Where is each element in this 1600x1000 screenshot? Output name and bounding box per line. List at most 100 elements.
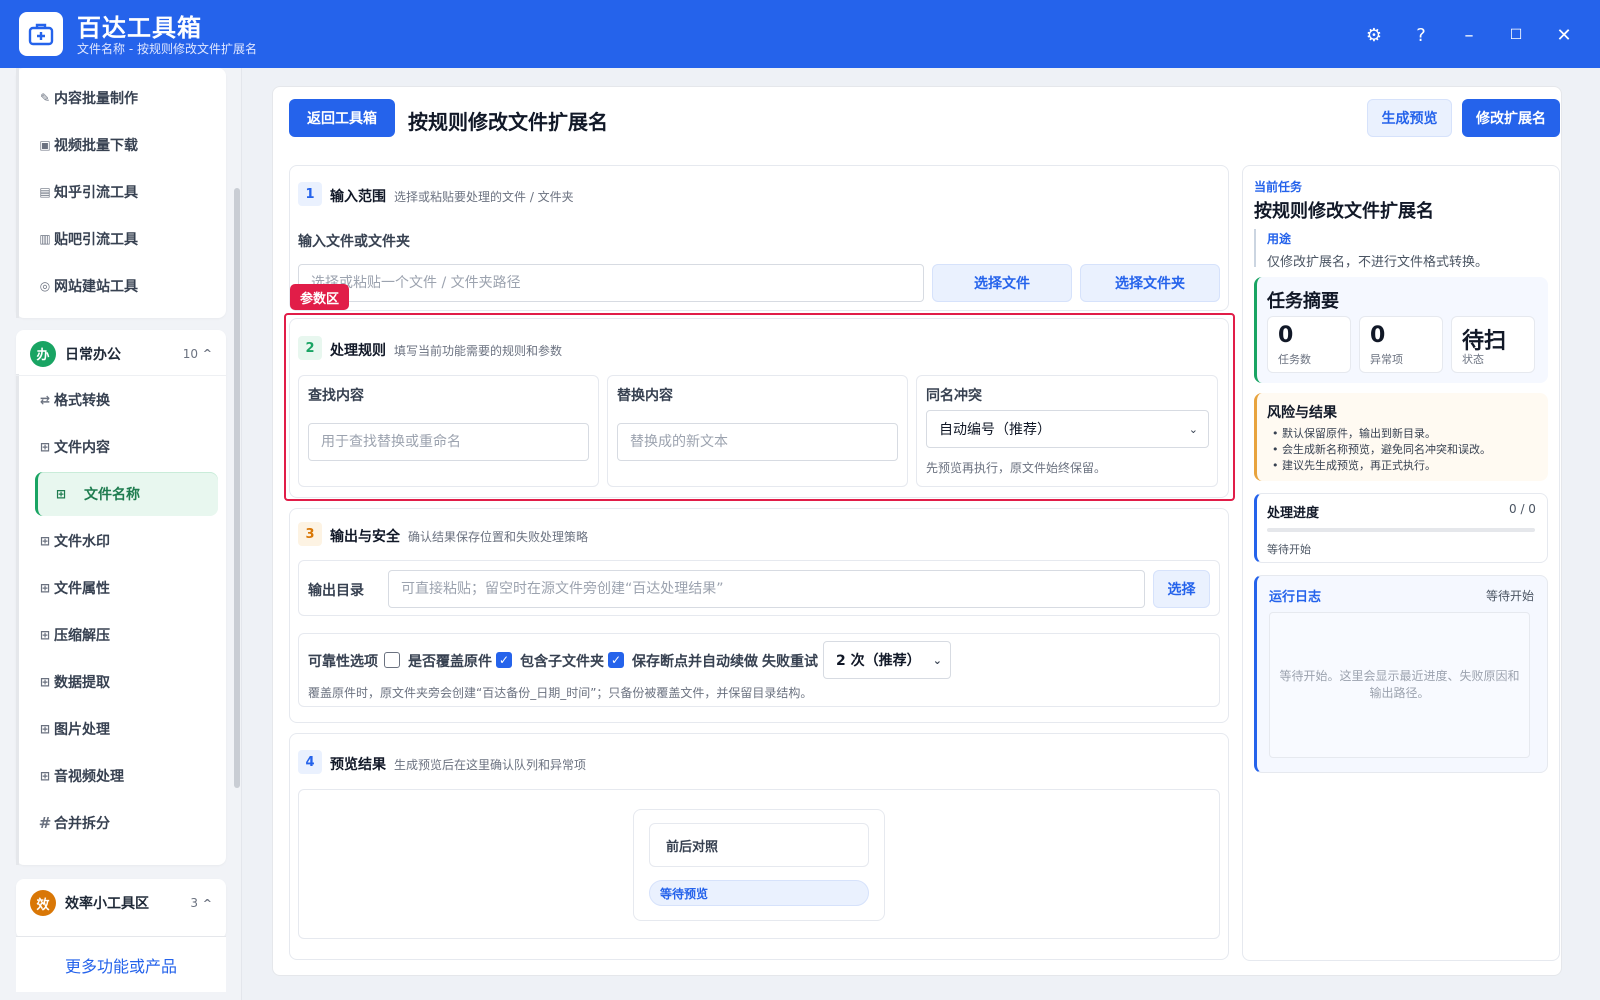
retry-select-value: 2 次（推荐） bbox=[836, 653, 921, 669]
grid-icon: ⊞ bbox=[39, 628, 51, 642]
modify-extension-button[interactable]: 修改扩展名 bbox=[1462, 99, 1560, 137]
sidebar-item-merge-split[interactable]: # 合并拆分 bbox=[20, 801, 218, 845]
app-subtitle: 文件名称 - 按规则修改文件扩展名 bbox=[77, 42, 257, 56]
sidebar-item-label: 合并拆分 bbox=[54, 816, 110, 832]
sidebar-item-attributes[interactable]: ⊞ 文件属性 bbox=[20, 566, 218, 610]
log-title: 运行日志 bbox=[1269, 590, 1322, 605]
sidebar-item-av[interactable]: ⊞ 音视频处理 bbox=[20, 754, 218, 798]
risk-text: 默认保留原件，输出到新目录。 bbox=[1282, 427, 1436, 440]
grid-icon: ⊞ bbox=[39, 581, 51, 595]
reliability-label: 可靠性选项 bbox=[308, 654, 378, 670]
minimize-icon[interactable]: – bbox=[1456, 22, 1482, 48]
sidebar-item-zhihu[interactable]: ▤ 知乎引流工具 bbox=[20, 170, 218, 214]
tieba-icon: ▥ bbox=[39, 232, 51, 246]
sidebar-item-format-convert[interactable]: ⇄ 格式转换 bbox=[20, 378, 218, 422]
step-badge-3: 3 bbox=[298, 522, 322, 546]
sidebar-item-image[interactable]: ⊞ 图片处理 bbox=[20, 707, 218, 751]
section-title-input: 输入范围 bbox=[330, 189, 386, 205]
help-icon[interactable]: ? bbox=[1408, 22, 1434, 48]
tools-badge: 效 bbox=[30, 890, 56, 916]
parameter-area-highlight bbox=[284, 313, 1235, 501]
toolbox-icon bbox=[19, 12, 63, 56]
risk-title: 风险与结果 bbox=[1267, 405, 1337, 421]
settings-icon[interactable]: ⚙ bbox=[1361, 22, 1387, 48]
section-title-output: 输出与安全 bbox=[330, 529, 400, 545]
chevron-up-icon[interactable]: ^ bbox=[203, 347, 212, 360]
preview-status-pill: 等待预览 bbox=[649, 880, 869, 906]
more-products-link[interactable]: 更多功能或产品 bbox=[16, 936, 226, 992]
overwrite-checkbox[interactable] bbox=[384, 652, 400, 668]
choose-output-button[interactable]: 选择 bbox=[1153, 570, 1210, 608]
sidebar-item-label: 文件水印 bbox=[54, 534, 110, 550]
scrollbar-thumb[interactable] bbox=[234, 188, 240, 788]
title-bar: 百达工具箱 文件名称 - 按规则修改文件扩展名 ⚙ ? – ☐ ✕ bbox=[0, 0, 1600, 68]
maximize-icon[interactable]: ☐ bbox=[1503, 22, 1529, 48]
app-title: 百达工具箱 bbox=[77, 14, 202, 42]
use-label: 用途 bbox=[1267, 232, 1292, 246]
generate-preview-button[interactable]: 生成预览 bbox=[1367, 99, 1452, 137]
sidebar-item-compress[interactable]: ⊞ 压缩解压 bbox=[20, 613, 218, 657]
group-label: 效率小工具区 bbox=[65, 896, 149, 912]
hash-icon: # bbox=[38, 814, 52, 832]
log-body: 等待开始。这里会显示最近进度、失败原因和输出路径。 bbox=[1269, 612, 1530, 758]
stat-error-count: 0 异常项 bbox=[1359, 316, 1443, 373]
group-rail bbox=[16, 68, 19, 318]
sidebar-item-video-download[interactable]: ▣ 视频批量下载 bbox=[20, 123, 218, 167]
stat-value: 0 bbox=[1370, 323, 1386, 348]
chevron-up-icon[interactable]: ^ bbox=[203, 897, 212, 910]
group-label: 日常办公 bbox=[65, 346, 121, 363]
log-status: 等待开始 bbox=[1486, 589, 1535, 603]
sidebar-item-label: 内容批量制作 bbox=[54, 91, 138, 107]
sidebar-item-data-extract[interactable]: ⊞ 数据提取 bbox=[20, 660, 218, 704]
reliability-hint: 覆盖原件时，原文件夹旁会创建“百达备份_日期_时间”；只备份被覆盖文件，并保留目… bbox=[308, 686, 813, 700]
include-subfolders-checkbox[interactable]: ✓ bbox=[496, 652, 512, 668]
progress-status: 等待开始 bbox=[1267, 543, 1311, 556]
sidebar-item-label: 视频批量下载 bbox=[54, 138, 138, 154]
output-dir-input[interactable] bbox=[388, 570, 1145, 608]
back-to-toolbox-button[interactable]: 返回工具箱 bbox=[289, 99, 395, 137]
pen-icon: ✎ bbox=[39, 91, 51, 105]
sidebar-item-website[interactable]: ◎ 网站建站工具 bbox=[20, 264, 218, 308]
sidebar-item-label: 文件名称 bbox=[84, 487, 140, 503]
sidebar-item-content-batch[interactable]: ✎ 内容批量制作 bbox=[20, 76, 218, 120]
group-header-tools[interactable]: 效 效率小工具区 3 ^ bbox=[16, 881, 226, 925]
include-subfolders-label: 包含子文件夹 bbox=[520, 654, 604, 670]
sidebar-item-label: 格式转换 bbox=[54, 393, 110, 409]
retry-label: 失败重试 bbox=[762, 654, 818, 670]
group-header-office[interactable]: 办 日常办公 10 ^ bbox=[16, 332, 226, 376]
choose-folder-button[interactable]: 选择文件夹 bbox=[1080, 264, 1220, 302]
video-icon: ▣ bbox=[39, 138, 51, 152]
close-icon[interactable]: ✕ bbox=[1551, 22, 1577, 48]
grid-icon: ⊞ bbox=[39, 722, 51, 736]
chevron-down-icon: ⌄ bbox=[932, 653, 942, 667]
office-badge: 办 bbox=[30, 340, 56, 367]
sidebar-item-label: 文件内容 bbox=[54, 440, 110, 456]
section-desc-preview: 生成预览后在这里确认队列和异常项 bbox=[394, 758, 587, 772]
parameter-area-tag: 参数区 bbox=[290, 284, 350, 310]
input-path-field[interactable] bbox=[298, 264, 924, 302]
sidebar-item-label: 音视频处理 bbox=[54, 769, 124, 785]
sidebar-item-watermark[interactable]: ⊞ 文件水印 bbox=[20, 519, 218, 563]
sidebar-item-file-content[interactable]: ⊞ 文件内容 bbox=[20, 425, 218, 469]
task-kicker: 当前任务 bbox=[1254, 180, 1303, 194]
sidebar-scrollbar[interactable] bbox=[233, 68, 241, 1000]
task-title: 按规则修改文件扩展名 bbox=[1254, 201, 1434, 222]
stat-value: 0 bbox=[1278, 323, 1294, 348]
resume-checkbox[interactable]: ✓ bbox=[608, 652, 624, 668]
stat-task-count: 0 任务数 bbox=[1267, 316, 1351, 373]
swap-icon: ⇄ bbox=[39, 393, 51, 407]
section-desc-output: 确认结果保存位置和失败处理策略 bbox=[408, 530, 589, 544]
sidebar-item-tieba[interactable]: ▥ 贴吧引流工具 bbox=[20, 217, 218, 261]
globe-icon: ◎ bbox=[39, 279, 51, 293]
progress-bar bbox=[1267, 528, 1535, 532]
risk-item: • 默认保留原件，输出到新目录。 bbox=[1272, 427, 1436, 440]
sidebar: ✎ 内容批量制作 ▣ 视频批量下载 ▤ 知乎引流工具 ▥ 贴吧引流工具 ◎ 网站… bbox=[0, 68, 242, 1000]
retry-select[interactable]: 2 次（推荐） ⌄ bbox=[823, 641, 951, 679]
choose-file-button[interactable]: 选择文件 bbox=[932, 264, 1072, 302]
step-badge-4: 4 bbox=[298, 750, 322, 774]
risk-text: 会生成新名称预览，避免同名冲突和误改。 bbox=[1282, 443, 1491, 456]
grid-icon: ⊞ bbox=[39, 769, 51, 783]
sidebar-item-file-name[interactable]: ⊞ 文件名称 bbox=[35, 472, 218, 516]
compare-box: 前后对照 bbox=[649, 823, 869, 867]
stat-caption: 状态 bbox=[1462, 353, 1484, 366]
